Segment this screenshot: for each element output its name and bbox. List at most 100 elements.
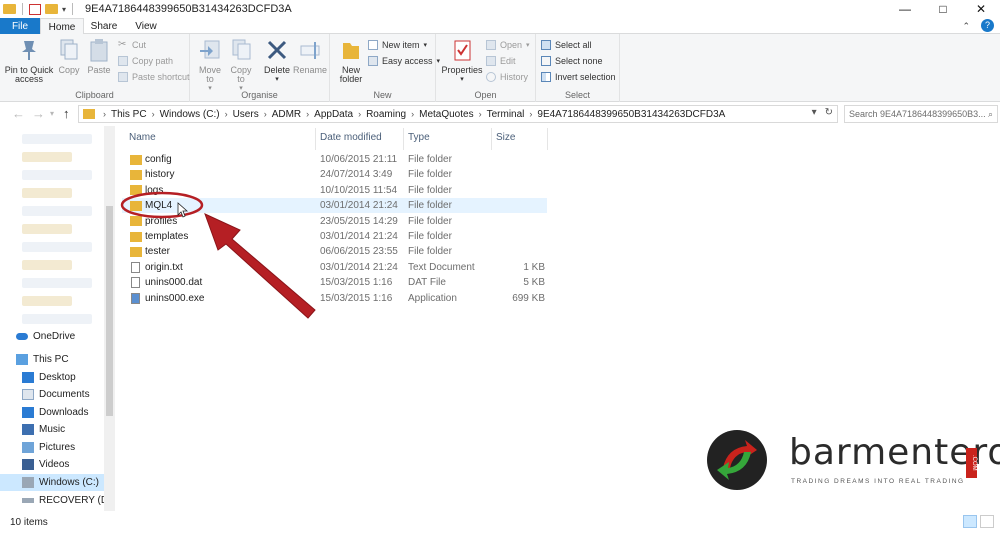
pin-quick-access-button[interactable]: Pin to Quick access	[4, 38, 54, 84]
cell-size: 1 KB	[523, 261, 545, 273]
breadcrumb-admr[interactable]: ADMR	[272, 109, 301, 120]
close-button[interactable]: ✕	[962, 0, 1000, 18]
table-row[interactable]: config 10/06/2015 21:11 File folder	[122, 152, 547, 167]
scrollbar-thumb[interactable]	[106, 206, 113, 416]
tab-file[interactable]: File	[0, 18, 40, 34]
copy-path-button[interactable]: Copy path	[118, 56, 173, 66]
blurred-item	[22, 206, 92, 216]
column-header-size[interactable]: Size	[496, 132, 515, 143]
delete-button[interactable]: Delete ▾	[262, 38, 292, 84]
blurred-item	[22, 224, 72, 234]
easy-access-button[interactable]: Easy access ▾	[368, 56, 440, 66]
tab-view[interactable]: View	[124, 18, 168, 34]
chevron-right-icon[interactable]: ›	[529, 109, 532, 119]
copy-button[interactable]: Copy	[56, 38, 82, 75]
edit-icon	[486, 56, 496, 66]
breadcrumb-terminal[interactable]: Terminal	[487, 109, 525, 120]
table-row[interactable]: tester 06/06/2015 23:55 File folder	[122, 244, 547, 259]
back-arrow-icon[interactable]: ←	[12, 106, 25, 121]
cell-date: 03/01/2014 21:24	[320, 231, 398, 242]
select-all-button[interactable]: Select all	[541, 40, 592, 50]
cell-type: File folder	[408, 154, 452, 165]
chevron-right-icon[interactable]: ›	[152, 109, 155, 119]
table-row[interactable]: MQL4 03/01/2014 21:24 File folder	[122, 198, 547, 214]
logo-com: .COM	[966, 448, 977, 478]
column-divider[interactable]	[491, 128, 492, 150]
chevron-right-icon[interactable]: ›	[306, 109, 309, 119]
column-header-date[interactable]: Date modified	[320, 132, 382, 143]
table-row[interactable]: unins000.exe 15/03/2015 1:16 Application 69…	[122, 291, 547, 306]
breadcrumb-this-pc[interactable]: This PC	[111, 109, 147, 120]
breadcrumb-appdata[interactable]: AppData	[314, 109, 353, 120]
breadcrumb-current-folder[interactable]: 9E4A7186448399650B31434263DCFD3A	[537, 109, 725, 120]
cell-type: Text Document	[408, 261, 475, 273]
properties-quick-icon[interactable]	[29, 3, 41, 15]
column-divider[interactable]	[547, 128, 548, 150]
cut-button[interactable]: ✂ Cut	[118, 40, 146, 51]
address-bar[interactable]: › This PC › Windows (C:) › Users › ADMR …	[78, 105, 838, 123]
large-icons-view-icon[interactable]	[980, 515, 994, 528]
move-to-button[interactable]: Move to ▾	[196, 38, 224, 93]
folder-icon	[130, 169, 142, 180]
search-input[interactable]: Search 9E4A7186448399650B3... ⌕	[844, 105, 998, 123]
chevron-right-icon[interactable]: ›	[479, 109, 482, 119]
chevron-right-icon[interactable]: ›	[103, 109, 106, 119]
table-row[interactable]: unins000.dat 15/03/2015 1:16 DAT File 5 KB	[122, 275, 547, 290]
recent-locations-icon[interactable]: ▾	[50, 109, 54, 118]
customize-toolbar-icon[interactable]: ▾	[62, 5, 66, 14]
barmenteros-logo: barmenteros .COM TRADING DREAMS INTO REA…	[705, 430, 1000, 490]
copy-to-button[interactable]: Copy to ▾	[228, 38, 254, 93]
rename-button[interactable]: Rename	[293, 38, 327, 75]
edit-button[interactable]: Edit	[486, 56, 516, 66]
dropdown-arrow-icon: ▾	[526, 42, 530, 49]
open-group: Properties ▾ Open ▾ Edit History Open	[436, 34, 536, 102]
new-folder-button[interactable]: New folder	[336, 38, 366, 84]
cell-name: history	[145, 169, 175, 181]
sidebar-item-label: Music	[39, 424, 66, 435]
paste-shortcut-button[interactable]: Paste shortcut	[118, 72, 190, 82]
select-none-button[interactable]: Select none	[541, 56, 603, 66]
toolbar-divider	[72, 3, 74, 15]
column-header-type[interactable]: Type	[408, 132, 430, 143]
breadcrumb-roaming[interactable]: Roaming	[366, 109, 406, 120]
table-row[interactable]: origin.txt 03/01/2014 21:24 Text Document 1…	[122, 260, 547, 275]
chevron-right-icon[interactable]: ›	[358, 109, 361, 119]
sidebar-scrollbar[interactable]	[104, 126, 115, 511]
help-icon[interactable]: ?	[981, 19, 994, 32]
new-item-button[interactable]: New item ▾	[368, 40, 427, 50]
column-header-name[interactable]: Name	[129, 132, 156, 143]
column-divider[interactable]	[315, 128, 316, 150]
chevron-right-icon[interactable]: ›	[264, 109, 267, 119]
properties-button[interactable]: Properties ▾	[440, 38, 484, 84]
breadcrumb-windows-c[interactable]: Windows (C:)	[160, 109, 220, 120]
up-arrow-icon[interactable]: ↑	[63, 106, 70, 121]
sidebar-item-windows-c[interactable]: Windows (C:)	[0, 474, 104, 491]
table-row[interactable]: logs 10/10/2015 11:54 File folder	[122, 183, 547, 198]
table-row[interactable]: history 24/07/2014 3:49 File folder	[122, 167, 547, 182]
table-row[interactable]: templates 03/01/2014 21:24 File folder	[122, 229, 547, 244]
breadcrumb-metaquotes[interactable]: MetaQuotes	[419, 109, 473, 120]
details-view-icon[interactable]	[963, 515, 977, 528]
history-button[interactable]: History	[486, 72, 528, 82]
refresh-icon[interactable]: ↻	[825, 107, 833, 118]
breadcrumb-users[interactable]: Users	[233, 109, 259, 120]
select-group: Select all Select none Invert selection …	[536, 34, 620, 102]
open-button[interactable]: Open ▾	[486, 40, 530, 50]
forward-arrow-icon[interactable]: →	[32, 106, 45, 121]
minimize-button[interactable]: —	[886, 0, 924, 18]
maximize-button[interactable]: □	[924, 0, 962, 18]
paste-button[interactable]: Paste	[86, 38, 112, 75]
quick-access-toolbar: ▾	[0, 3, 75, 15]
tab-share[interactable]: Share	[84, 18, 124, 34]
address-dropdown-icon[interactable]: ▾	[812, 107, 817, 118]
chevron-right-icon[interactable]: ›	[411, 109, 414, 119]
tab-home[interactable]: Home	[40, 18, 84, 35]
chevron-right-icon[interactable]: ›	[225, 109, 228, 119]
new-folder-quick-icon[interactable]	[45, 4, 58, 14]
invert-selection-button[interactable]: Invert selection	[541, 72, 616, 82]
collapse-ribbon-icon[interactable]: ⌃	[962, 21, 970, 32]
select-none-label: Select none	[555, 56, 603, 66]
column-divider[interactable]	[403, 128, 404, 150]
edit-label: Edit	[500, 56, 516, 66]
table-row[interactable]: profiles 23/05/2015 14:29 File folder	[122, 214, 547, 229]
